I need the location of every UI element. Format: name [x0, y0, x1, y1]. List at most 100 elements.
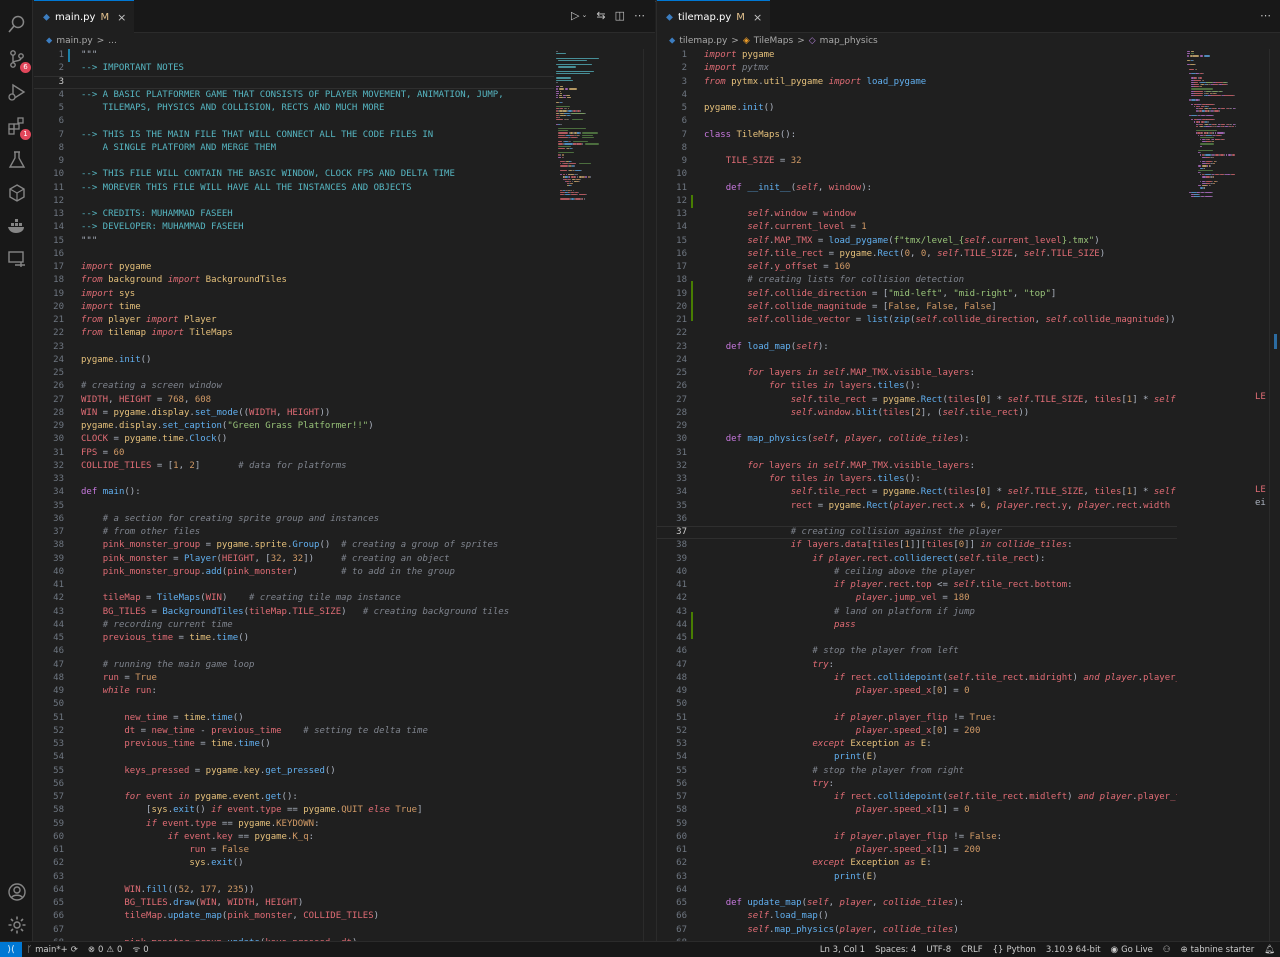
code-line[interactable]: 47 # running the main game loop [34, 659, 554, 672]
code-line[interactable]: 40 # ceiling above the player [657, 566, 1177, 579]
code-line[interactable]: 60 if event.key == pygame.K_q: [34, 831, 554, 844]
code-line[interactable]: 14 self.current_level = 1 [657, 221, 1177, 234]
breadcrumb-rest[interactable]: ... [108, 36, 117, 46]
code-line[interactable]: 35 rect = pygame.Rect(player.rect.x + 6,… [657, 500, 1177, 513]
code-line[interactable]: 48 run = True [34, 672, 554, 685]
code-line[interactable]: 55 keys_pressed = pygame.key.get_pressed… [34, 765, 554, 778]
code-line[interactable]: 31 [657, 447, 1177, 460]
code-editor-tilemap[interactable]: 1 import pygame 2 import pytmx 3 from pytmx.u… [657, 49, 1280, 941]
code-line[interactable]: 19 import sys [34, 288, 554, 301]
code-line[interactable]: 64 [657, 884, 1177, 897]
remote-window-icon[interactable] [5, 247, 29, 271]
code-line[interactable]: 21 from player import Player [34, 314, 554, 327]
code-line[interactable]: 36 # a section for creating sprite group… [34, 513, 554, 526]
code-line[interactable]: 51 new_time = time.time() [34, 712, 554, 725]
vertical-scrollbar[interactable] [1269, 49, 1280, 941]
remote-indicator-icon[interactable]: ⟩⟨ [0, 942, 22, 957]
code-line[interactable]: 7 class TileMaps(): [657, 129, 1177, 142]
code-line[interactable]: 29 pygame.display.set_caption("Green Gras… [34, 420, 554, 433]
code-line[interactable]: 35 [34, 500, 554, 513]
ports-indicator[interactable]: ᯤ 0 [127, 944, 153, 956]
code-line[interactable]: 1 """ [34, 49, 554, 62]
breadcrumb-class[interactable]: TileMaps [754, 36, 793, 46]
code-line[interactable]: 46 # stop the player from left [657, 645, 1177, 658]
code-line[interactable]: 2 import pytmx [657, 62, 1177, 75]
code-line[interactable]: 4 --> A BASIC PLATFORMER GAME THAT CONSIS… [34, 89, 554, 102]
code-line[interactable]: 61 player.speed_x[1] = 200 [657, 844, 1177, 857]
problems-indicator[interactable]: ⊗ 0 ⚠ 0 [83, 945, 128, 955]
code-line[interactable]: 39 if player.rect.colliderect(self.tile_… [657, 553, 1177, 566]
cursor-position[interactable]: Ln 3, Col 1 [815, 945, 870, 955]
code-line[interactable]: 14 --> DEVELOPER: MUHAMMAD FASEEH [34, 221, 554, 234]
code-line[interactable]: 45 [657, 632, 1177, 645]
code-line[interactable]: 58 player.speed_x[1] = 0 [657, 804, 1177, 817]
testing-icon[interactable] [5, 148, 29, 172]
language-mode[interactable]: {} Python [988, 945, 1041, 955]
code-line[interactable]: 5 TILEMAPS, PHYSICS AND COLLISION, RECTS… [34, 102, 554, 115]
sync-icon[interactable]: ⟳ [71, 945, 78, 955]
run-python-icon[interactable]: ▷ [571, 9, 579, 22]
code-line[interactable]: 10 [657, 168, 1177, 181]
code-line[interactable]: 11 def __init__(self, window): [657, 182, 1177, 195]
code-line[interactable]: 56 try: [657, 778, 1177, 791]
code-line[interactable]: 8 A SINGLE PLATFORM AND MERGE THEM [34, 142, 554, 155]
code-line[interactable]: 67 self.map_physics(player, collide_tile… [657, 924, 1177, 937]
code-line[interactable]: 1 import pygame [657, 49, 1177, 62]
code-line[interactable]: 34 self.tile_rect = pygame.Rect(tiles[0]… [657, 486, 1177, 499]
code-line[interactable]: 4 [657, 89, 1177, 102]
code-line[interactable]: 15 self.MAP_TMX = load_pygame(f"tmx/leve… [657, 235, 1177, 248]
code-line[interactable]: 57 if rect.collidepoint(self.tile_rect.m… [657, 791, 1177, 804]
code-line[interactable]: 3 [34, 76, 554, 89]
code-line[interactable]: 21 self.collide_vector = list(zip(self.c… [657, 314, 1177, 327]
code-line[interactable]: 38 if layers.data[tiles[1]][tiles[0]] in… [657, 539, 1177, 552]
chevron-down-icon[interactable]: ⌄ [581, 11, 587, 22]
code-line[interactable]: 24 [657, 354, 1177, 367]
code-line[interactable]: 22 from tilemap import TileMaps [34, 327, 554, 340]
code-line[interactable]: 38 pink_monster_group = pygame.sprite.Gr… [34, 539, 554, 552]
code-line[interactable]: 25 [34, 367, 554, 380]
code-line[interactable]: 32 COLLIDE_TILES = [1, 2] # data for plat… [34, 460, 554, 473]
code-line[interactable]: 12 [657, 195, 1177, 208]
code-line[interactable]: 20 self.collide_magnitude = [False, Fals… [657, 301, 1177, 314]
notifications-icon[interactable]: 🔔︎ [1259, 945, 1280, 955]
code-line[interactable]: 9 TILE_SIZE = 32 [657, 155, 1177, 168]
code-line[interactable]: 18 from background import BackgroundTiles [34, 274, 554, 287]
code-line[interactable]: 17 self.y_offset = 160 [657, 261, 1177, 274]
code-line[interactable]: 48 if rect.collidepoint(self.tile_rect.m… [657, 672, 1177, 685]
code-line[interactable]: 40 pink_monster_group.add(pink_monster) … [34, 566, 554, 579]
code-line[interactable]: 15 """ [34, 235, 554, 248]
code-line[interactable]: 19 self.collide_direction = ["mid-left",… [657, 288, 1177, 301]
code-line[interactable]: 50 [657, 698, 1177, 711]
code-line[interactable]: 29 [657, 420, 1177, 433]
code-line[interactable]: 63 print(E) [657, 871, 1177, 884]
code-line[interactable]: 53 previous_time = time.time() [34, 738, 554, 751]
code-line[interactable]: 30 def map_physics(self, player, collide… [657, 433, 1177, 446]
code-line[interactable]: 34 def main(): [34, 486, 554, 499]
split-editor-icon[interactable]: ◫ [615, 9, 625, 22]
code-line[interactable]: 18 # creating lists for collision detect… [657, 274, 1177, 287]
code-line[interactable]: 28 self.window.blit(tiles[2], (self.tile… [657, 407, 1177, 420]
code-line[interactable]: 20 import time [34, 301, 554, 314]
code-line[interactable]: 58 [sys.exit() if event.type == pygame.Q… [34, 804, 554, 817]
compare-changes-icon[interactable]: ⇆ [596, 9, 605, 22]
code-line[interactable]: 33 [34, 473, 554, 486]
code-line[interactable]: 64 WIN.fill((52, 177, 235)) [34, 884, 554, 897]
run-debug-icon[interactable] [5, 80, 29, 104]
more-actions-icon[interactable]: ⋯ [634, 9, 645, 22]
code-line[interactable]: 39 pink_monster = Player(HEIGHT, [32, 32… [34, 553, 554, 566]
code-line[interactable]: 26 for tiles in layers.tiles(): [657, 380, 1177, 393]
branch-indicator[interactable]: ᚴ main*+ ⟳ [22, 945, 83, 955]
code-line[interactable]: 13 self.window = window [657, 208, 1177, 221]
code-line[interactable]: 43 BG_TILES = BackgroundTiles(tileMap.TI… [34, 606, 554, 619]
code-line[interactable]: 59 [657, 818, 1177, 831]
interpreter[interactable]: 3.10.9 64-bit [1041, 945, 1106, 955]
code-line[interactable]: 65 def update_map(self, player, collide_… [657, 897, 1177, 910]
more-actions-icon[interactable]: ⋯ [1260, 9, 1271, 22]
gear-icon[interactable] [5, 913, 29, 937]
code-line[interactable]: 25 for layers in self.MAP_TMX.visible_la… [657, 367, 1177, 380]
source-control-icon[interactable]: 6 [5, 47, 31, 73]
breadcrumb-method[interactable]: map_physics [820, 36, 878, 46]
code-editor-main[interactable]: 1 """ 2 --> IMPORTANT NOTES 3 4 --> A BASIC PL… [34, 49, 655, 941]
code-line[interactable]: 28 WIN = pygame.display.set_mode((WIDTH, … [34, 407, 554, 420]
code-line[interactable]: 6 [34, 115, 554, 128]
